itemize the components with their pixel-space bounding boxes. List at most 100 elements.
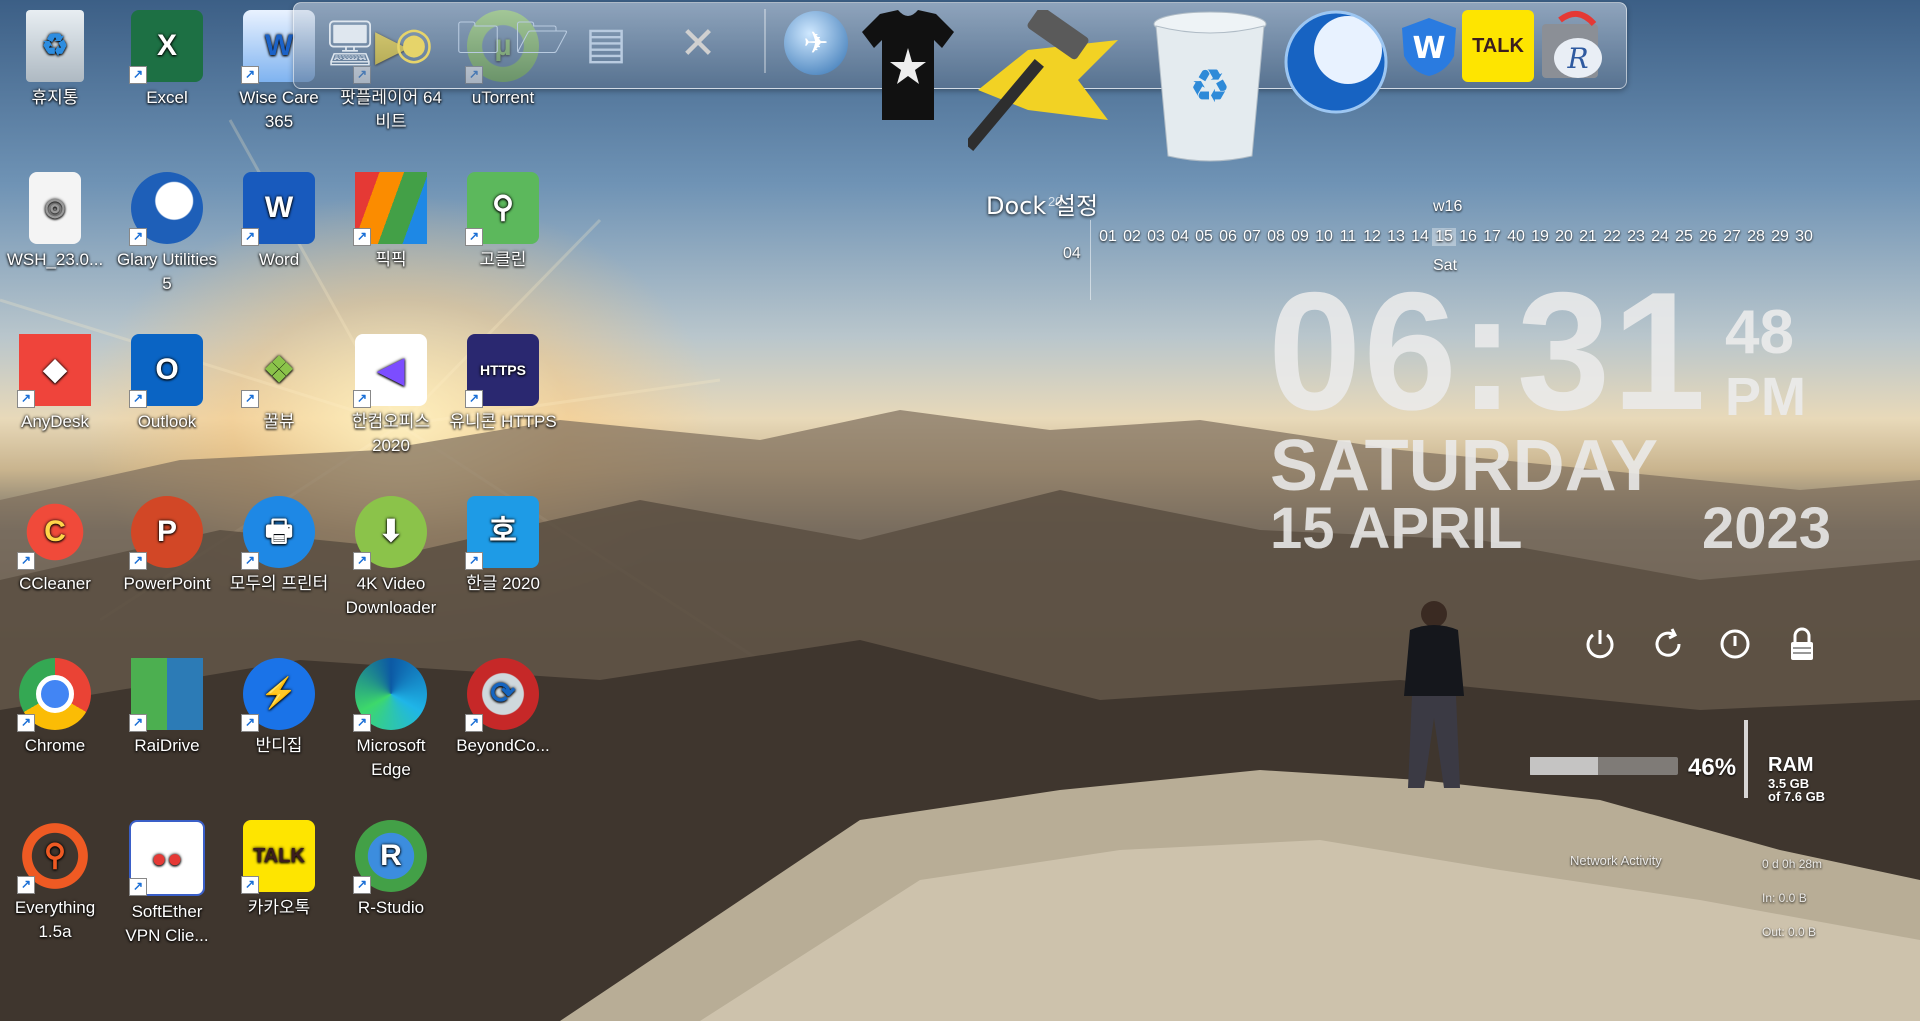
calendar-day: 25 xyxy=(1675,228,1693,245)
desktop-icon-word[interactable]: W ↗ Word xyxy=(224,162,334,272)
bandizip-icon: ⚡ ↗ xyxy=(241,658,315,732)
desktop-icon-label: 유니콘 HTTPS xyxy=(449,412,557,431)
desktop-icon-label: uTorrent xyxy=(471,88,535,107)
desktop-icon-label: R-Studio xyxy=(357,898,425,917)
desktop-icon-rstudio[interactable]: R ↗ R-Studio xyxy=(336,810,446,920)
computer-icon: 🖥 xyxy=(322,19,378,68)
desktop-icon-label: 모두의 프린터 xyxy=(229,574,329,593)
desktop-icon-bandizip[interactable]: ⚡ ↗ 반디집 xyxy=(224,648,334,758)
desktop-icon-picpick[interactable]: ↗ 픽픽 xyxy=(336,162,446,272)
lock-button[interactable] xyxy=(1784,626,1820,662)
dock-item-rstudio[interactable]: R xyxy=(1538,10,1606,82)
desktop-icon-label: 고클린 xyxy=(479,250,527,269)
clock-ampm: PM xyxy=(1725,367,1806,427)
svg-text:R: R xyxy=(1566,42,1588,75)
svg-text:W: W xyxy=(1412,31,1445,66)
calendar-day: 17 xyxy=(1483,228,1501,245)
calendar-day: 02 xyxy=(1123,228,1141,245)
desktop-icon-honeyview[interactable]: ❖ ↗ 꿀뷰 xyxy=(224,324,334,434)
desktop-icon-label: Everything 1.5a xyxy=(14,898,96,941)
dock-item-glary[interactable] xyxy=(1284,10,1388,114)
desktop-icon-outlook[interactable]: O ↗ Outlook xyxy=(112,324,222,434)
calendar-day: 13 xyxy=(1387,228,1405,245)
dock-item-tools[interactable]: ✕ xyxy=(670,11,726,75)
ram-usage-bar xyxy=(1530,757,1678,775)
wise-icon: W xyxy=(1402,18,1456,76)
word-icon: W ↗ xyxy=(241,172,315,246)
restart-button[interactable] xyxy=(1650,626,1686,662)
dock-item-tshirt[interactable] xyxy=(860,8,956,124)
rstudio-icon: R xyxy=(1542,11,1602,78)
calendar-day: 08 xyxy=(1267,228,1285,245)
desktop-icon-goclean[interactable]: ⚲ ↗ 고클린 xyxy=(448,162,558,272)
dock-settings-label[interactable]: Dock 설정 xyxy=(986,186,1098,221)
ram-percent: 46% xyxy=(1688,754,1737,781)
calendar-week: w16 xyxy=(1433,198,1463,215)
desktop-icon-label: Chrome xyxy=(24,736,86,755)
desktop-icon-everything[interactable]: ⚲ ↗ Everything 1.5a xyxy=(0,810,110,944)
desktop-icon-powerpoint[interactable]: P ↗ PowerPoint xyxy=(112,486,222,596)
calendar-month: 04 xyxy=(1063,245,1081,262)
desktop-icon-label: 한글 2020 xyxy=(466,574,540,593)
calendar-day: 26 xyxy=(1699,228,1717,245)
clock-seconds: 48 xyxy=(1725,298,1794,367)
desktop-icon-label: AnyDesk xyxy=(20,412,90,431)
dock-item-globe[interactable]: ✈ xyxy=(784,11,848,75)
dock-item-wise[interactable]: W xyxy=(1398,16,1460,78)
calendar-days-row: 01 02 03 04 05 06 07 08 09 10 11 12 13 14 15 16 17 40 19 20… xyxy=(1096,228,1816,246)
restart-icon xyxy=(1655,628,1681,657)
desktop-icon-raidrive[interactable]: ↗ RaiDrive xyxy=(112,648,222,758)
glary-icon xyxy=(1284,10,1388,114)
desktop-icon-hangul[interactable]: 호 ↗ 한글 2020 xyxy=(448,486,558,596)
power-icon xyxy=(1586,630,1614,659)
desktop-icon-label: Microsoft Edge xyxy=(356,736,426,779)
calendar-day: 15 xyxy=(1432,228,1456,246)
ram-divider xyxy=(1744,720,1748,798)
desktop-icon-4k-downloader[interactable]: ⬇ ↗ 4K Video Downloader xyxy=(336,486,446,620)
dock-item-folder-open[interactable]: 🗁 xyxy=(514,11,570,75)
dock-item-mycomputer[interactable]: ◉ xyxy=(386,11,442,75)
dock-item-kakaotalk[interactable]: TALK xyxy=(1462,10,1534,82)
desktop-icon-edge[interactable]: ↗ Microsoft Edge xyxy=(336,648,446,782)
desktop-icon-chrome[interactable]: ↗ Chrome xyxy=(0,648,110,758)
desktop-icon-label: SoftEther VPN Clie... xyxy=(125,902,209,945)
4k-downloader-icon: ⬇ ↗ xyxy=(353,496,427,570)
dock-item-computer[interactable]: 🖥 xyxy=(322,11,378,75)
desktop-icon-recycle-bin[interactable]: ♻ 휴지통 xyxy=(0,0,110,110)
everything-icon: ⚲ ↗ xyxy=(17,820,91,894)
calendar-day: 40 xyxy=(1507,228,1525,245)
desktop-icon-softether[interactable]: ●● ↗ SoftEther VPN Clie... xyxy=(112,810,222,948)
desktop-icon-anydesk[interactable]: ◆ ↗ AnyDesk xyxy=(0,324,110,434)
desktop-icon-label: Glary Utilities 5 xyxy=(116,250,218,293)
desktop-icon-printer[interactable]: 🖶 ↗ 모두의 프린터 xyxy=(224,486,334,596)
logoff-button[interactable] xyxy=(1717,626,1753,662)
dock-item-control-panel[interactable]: ▤ xyxy=(578,11,634,75)
power-button[interactable] xyxy=(1582,626,1618,662)
rstudio-icon: R ↗ xyxy=(353,820,427,894)
dock-item-folder[interactable]: 🗀 xyxy=(450,11,506,75)
network-in-value: In: 0.0 B xyxy=(1762,891,1807,905)
desktop-icon-beyond-compare[interactable]: ⟳ ↗ BeyondCo... xyxy=(448,648,558,758)
picpick-icon: ↗ xyxy=(353,172,427,246)
chrome-icon: ↗ xyxy=(17,658,91,732)
dock-item-hammer[interactable] xyxy=(968,10,1128,160)
desktop-icon-excel[interactable]: X ↗ Excel xyxy=(112,0,222,110)
desktop-icon-file[interactable]: ◎ WSH_23.0... xyxy=(0,162,110,272)
calendar-day: 30 xyxy=(1795,228,1813,245)
file-icon: ◎ xyxy=(29,172,81,244)
desktop-icon-unicorn-https[interactable]: HTTPS ↗ 유니콘 HTTPS xyxy=(448,324,558,434)
desktop-icon-hancom-office[interactable]: ◀ ↗ 한컴오피스 2020 xyxy=(336,324,446,458)
calendar-day: 28 xyxy=(1747,228,1765,245)
ram-usage-fill xyxy=(1530,757,1599,775)
calendar-day: 22 xyxy=(1603,228,1621,245)
desktop-icon-glary[interactable]: ↗ Glary Utilities 5 xyxy=(112,162,222,296)
desktop-icon-kakaotalk[interactable]: TALK ↗ 카카오톡 xyxy=(224,810,334,920)
dock-separator xyxy=(764,9,766,73)
calendar-day: 09 xyxy=(1291,228,1309,245)
desktop-icon-label: WSH_23.0... xyxy=(6,250,104,269)
desktop-icon-ccleaner[interactable]: C ↗ CCleaner xyxy=(0,486,110,596)
excel-icon: X ↗ xyxy=(129,10,203,84)
desktop-icon-label: 한컴오피스 2020 xyxy=(351,412,431,455)
dock-item-trash[interactable]: ♻ xyxy=(1152,10,1268,162)
calendar-day: 21 xyxy=(1579,228,1597,245)
